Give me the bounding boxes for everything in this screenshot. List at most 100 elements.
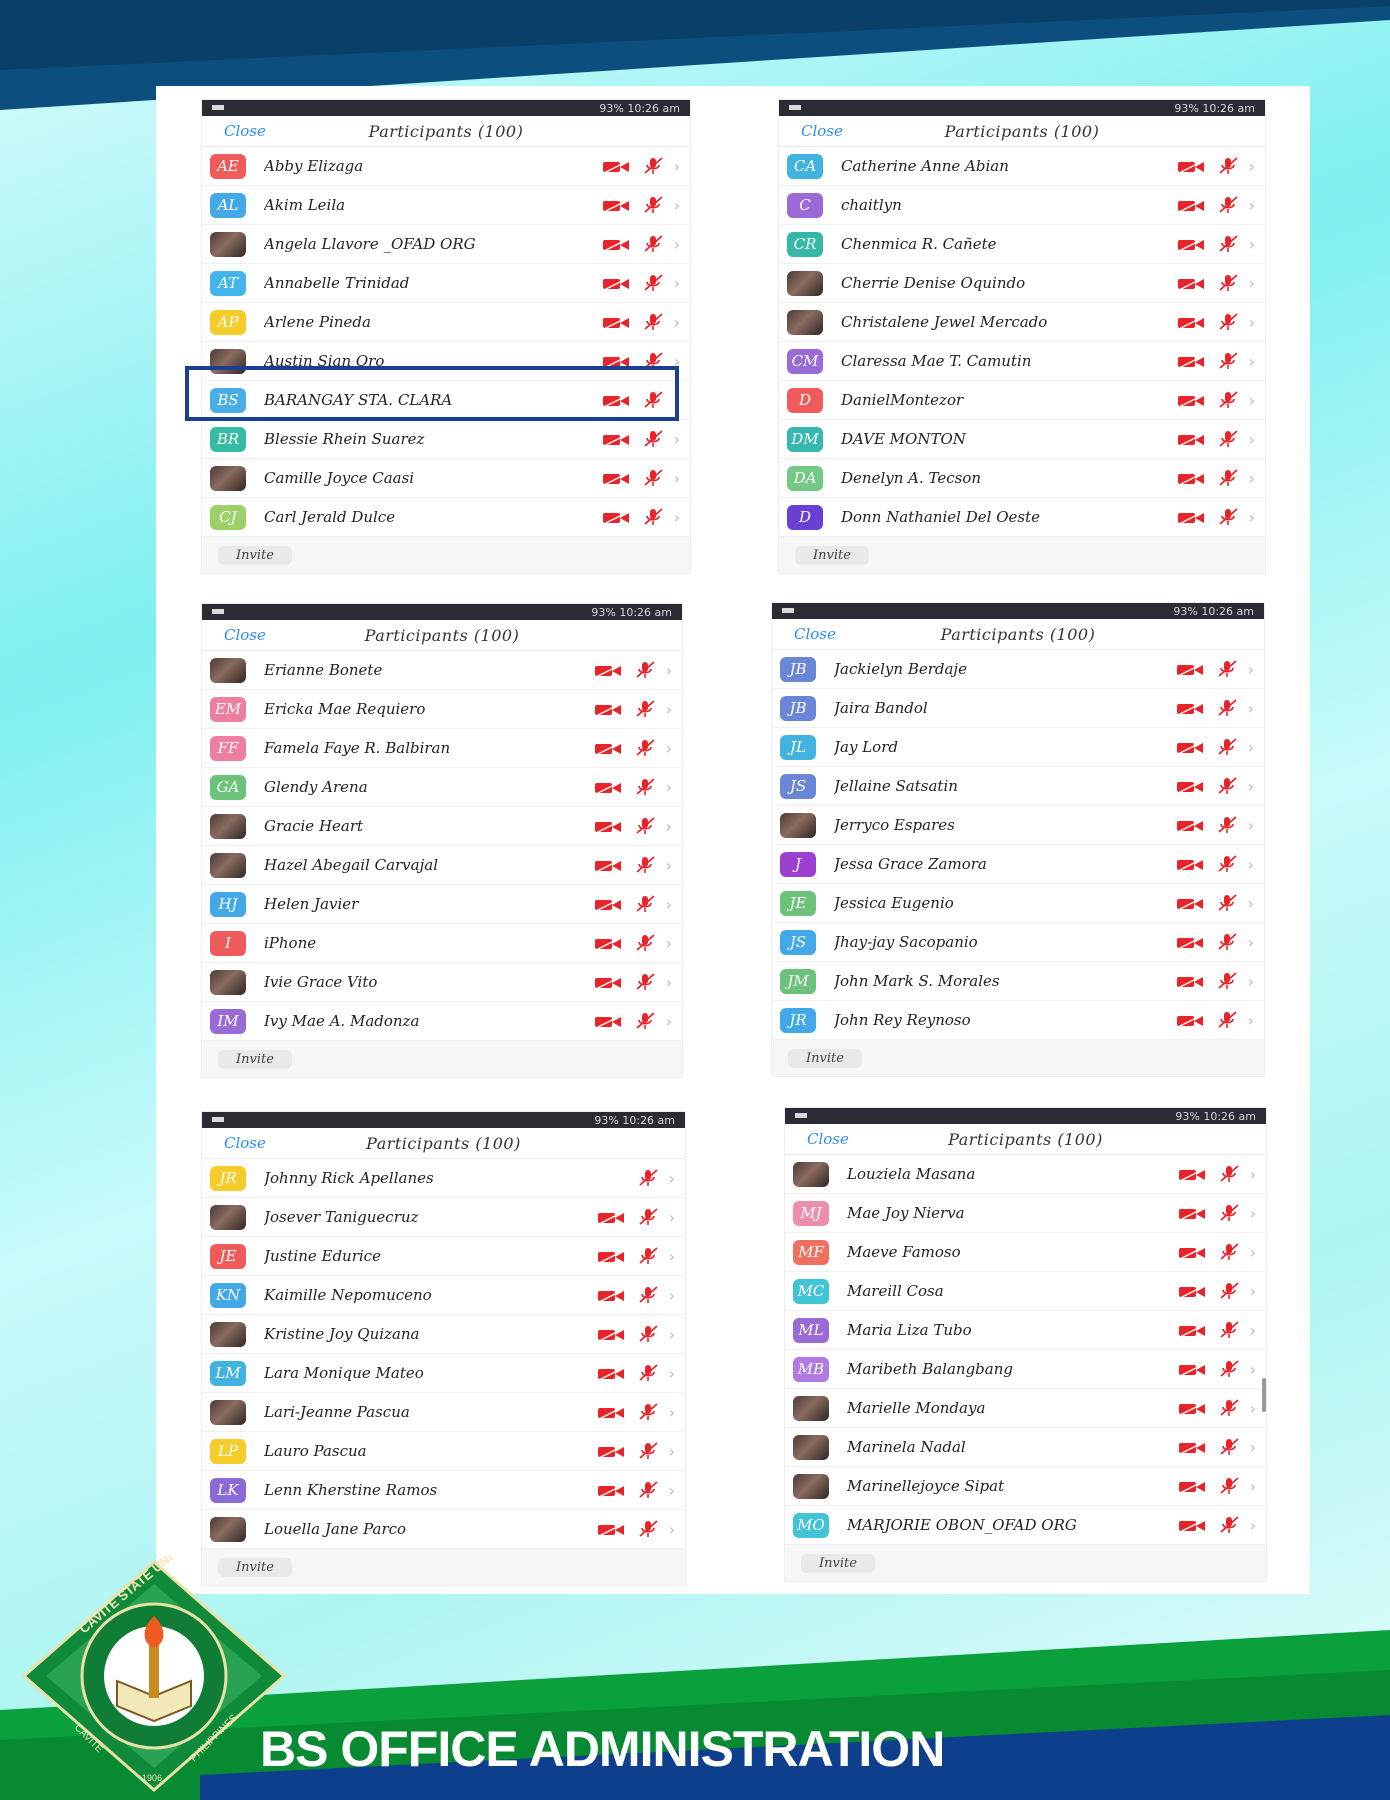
chevron-right-icon[interactable]: ›	[674, 235, 680, 254]
chevron-right-icon[interactable]: ›	[1250, 1165, 1256, 1184]
participant-row[interactable]: Marinellejoyce Sipat ›	[785, 1467, 1266, 1506]
participant-row[interactable]: EM Ericka Mae Requiero ›	[202, 690, 682, 729]
close-button[interactable]: Close	[224, 626, 266, 644]
chevron-right-icon[interactable]: ›	[669, 1442, 675, 1461]
close-button[interactable]: Close	[801, 122, 843, 140]
scrollbar-indicator[interactable]	[1262, 1378, 1266, 1412]
participant-row[interactable]: Louella Jane Parco ›	[202, 1510, 685, 1549]
participant-row[interactable]: MJ Mae Joy Nierva ›	[785, 1194, 1266, 1233]
participant-row[interactable]: GA Glendy Arena ›	[202, 768, 682, 807]
participant-row[interactable]: Angela Llavore _OFAD ORG ›	[202, 225, 690, 264]
participant-row[interactable]: Gracie Heart ›	[202, 807, 682, 846]
participant-row[interactable]: LK Lenn Kherstine Ramos ›	[202, 1471, 685, 1510]
chevron-right-icon[interactable]: ›	[1249, 508, 1255, 527]
chevron-right-icon[interactable]: ›	[1248, 816, 1254, 835]
chevron-right-icon[interactable]: ›	[1249, 157, 1255, 176]
chevron-right-icon[interactable]: ›	[674, 196, 680, 215]
chevron-right-icon[interactable]: ›	[1249, 235, 1255, 254]
close-button[interactable]: Close	[794, 625, 836, 643]
chevron-right-icon[interactable]: ›	[674, 508, 680, 527]
chevron-right-icon[interactable]: ›	[1250, 1321, 1256, 1340]
participant-row[interactable]: D DanielMontezor ›	[779, 381, 1265, 420]
chevron-right-icon[interactable]: ›	[669, 1520, 675, 1539]
participant-row[interactable]: CM Claressa Mae T. Camutin ›	[779, 342, 1265, 381]
chevron-right-icon[interactable]: ›	[1248, 738, 1254, 757]
chevron-right-icon[interactable]: ›	[666, 778, 672, 797]
participant-row[interactable]: DA Denelyn A. Tecson ›	[779, 459, 1265, 498]
participant-row[interactable]: AL Akim Leila ›	[202, 186, 690, 225]
chevron-right-icon[interactable]: ›	[1249, 391, 1255, 410]
participant-row[interactable]: JE Jessica Eugenio ›	[772, 884, 1264, 923]
participant-row[interactable]: J Jessa Grace Zamora ›	[772, 845, 1264, 884]
participant-row[interactable]: Erianne Bonete ›	[202, 651, 682, 690]
participant-row[interactable]: CJ Carl Jerald Dulce ›	[202, 498, 690, 537]
chevron-right-icon[interactable]: ›	[1250, 1282, 1256, 1301]
chevron-right-icon[interactable]: ›	[674, 274, 680, 293]
participant-row[interactable]: JS Jellaine Satsatin ›	[772, 767, 1264, 806]
participant-row[interactable]: FF Famela Faye R. Balbiran ›	[202, 729, 682, 768]
participant-row[interactable]: JR John Rey Reynoso ›	[772, 1001, 1264, 1040]
participant-row[interactable]: DM DAVE MONTON ›	[779, 420, 1265, 459]
participant-row[interactable]: Cchaitlyn ›	[779, 186, 1265, 225]
invite-button[interactable]: Invite	[218, 1049, 292, 1069]
chevron-right-icon[interactable]: ›	[1248, 660, 1254, 679]
participant-row[interactable]: AP Arlene Pineda ›	[202, 303, 690, 342]
participant-row[interactable]: KN Kaimille Nepomuceno ›	[202, 1276, 685, 1315]
chevron-right-icon[interactable]: ›	[1250, 1360, 1256, 1379]
participant-row[interactable]: Josever Taniguecruz ›	[202, 1198, 685, 1237]
chevron-right-icon[interactable]: ›	[1250, 1399, 1256, 1418]
chevron-right-icon[interactable]: ›	[666, 700, 672, 719]
participant-row[interactable]: JB Jaira Bandol ›	[772, 689, 1264, 728]
chevron-right-icon[interactable]: ›	[1249, 313, 1255, 332]
chevron-right-icon[interactable]: ›	[1250, 1477, 1256, 1496]
chevron-right-icon[interactable]: ›	[666, 856, 672, 875]
participant-row[interactable]: Jerryco Espares ›	[772, 806, 1264, 845]
participant-row[interactable]: AT Annabelle Trinidad ›	[202, 264, 690, 303]
chevron-right-icon[interactable]: ›	[669, 1403, 675, 1422]
chevron-right-icon[interactable]: ›	[666, 661, 672, 680]
participant-row[interactable]: MB Maribeth Balangbang ›	[785, 1350, 1266, 1389]
participant-row[interactable]: Ivie Grace Vito ›	[202, 963, 682, 1002]
participant-row[interactable]: AE Abby Elizaga ›	[202, 147, 690, 186]
chevron-right-icon[interactable]: ›	[666, 934, 672, 953]
chevron-right-icon[interactable]: ›	[674, 469, 680, 488]
chevron-right-icon[interactable]: ›	[669, 1286, 675, 1305]
participant-row[interactable]: JM John Mark S. Morales ›	[772, 962, 1264, 1001]
invite-button[interactable]: Invite	[218, 545, 292, 565]
chevron-right-icon[interactable]: ›	[666, 1012, 672, 1031]
close-button[interactable]: Close	[224, 1134, 266, 1152]
chevron-right-icon[interactable]: ›	[1249, 469, 1255, 488]
close-button[interactable]: Close	[224, 122, 266, 140]
chevron-right-icon[interactable]: ›	[1248, 855, 1254, 874]
participant-row[interactable]: JB Jackielyn Berdaje ›	[772, 650, 1264, 689]
chevron-right-icon[interactable]: ›	[1249, 430, 1255, 449]
participant-row[interactable]: CR Chenmica R. Cañete ›	[779, 225, 1265, 264]
invite-button[interactable]: Invite	[788, 1048, 862, 1068]
participant-row[interactable]: MF Maeve Famoso ›	[785, 1233, 1266, 1272]
participant-row[interactable]: Louziela Masana ›	[785, 1155, 1266, 1194]
participant-row[interactable]: D Donn Nathaniel Del Oeste ›	[779, 498, 1265, 537]
participant-row[interactable]: JL Jay Lord ›	[772, 728, 1264, 767]
chevron-right-icon[interactable]: ›	[666, 739, 672, 758]
participant-row[interactable]: MO MARJORIE OBON_OFAD ORG ›	[785, 1506, 1266, 1545]
chevron-right-icon[interactable]: ›	[666, 895, 672, 914]
participant-row[interactable]: Kristine Joy Quizana ›	[202, 1315, 685, 1354]
participant-row[interactable]: BR Blessie Rhein Suarez ›	[202, 420, 690, 459]
chevron-right-icon[interactable]: ›	[666, 973, 672, 992]
participant-row[interactable]: Hazel Abegail Carvajal ›	[202, 846, 682, 885]
participant-row[interactable]: Marinela Nadal ›	[785, 1428, 1266, 1467]
participant-row[interactable]: LP Lauro Pascua ›	[202, 1432, 685, 1471]
chevron-right-icon[interactable]: ›	[1250, 1516, 1256, 1535]
chevron-right-icon[interactable]: ›	[1250, 1438, 1256, 1457]
chevron-right-icon[interactable]: ›	[674, 157, 680, 176]
chevron-right-icon[interactable]: ›	[674, 313, 680, 332]
participant-row[interactable]: Lari-Jeanne Pascua ›	[202, 1393, 685, 1432]
participant-row[interactable]: JS Jhay-jay Sacopanio ›	[772, 923, 1264, 962]
participant-row[interactable]: MC Mareill Cosa ›	[785, 1272, 1266, 1311]
participant-row[interactable]: Christalene Jewel Mercado ›	[779, 303, 1265, 342]
chevron-right-icon[interactable]: ›	[1248, 699, 1254, 718]
participant-row[interactable]: JE Justine Edurice ›	[202, 1237, 685, 1276]
participant-row[interactable]: IiPhone ›	[202, 924, 682, 963]
chevron-right-icon[interactable]: ›	[669, 1208, 675, 1227]
close-button[interactable]: Close	[807, 1130, 849, 1148]
